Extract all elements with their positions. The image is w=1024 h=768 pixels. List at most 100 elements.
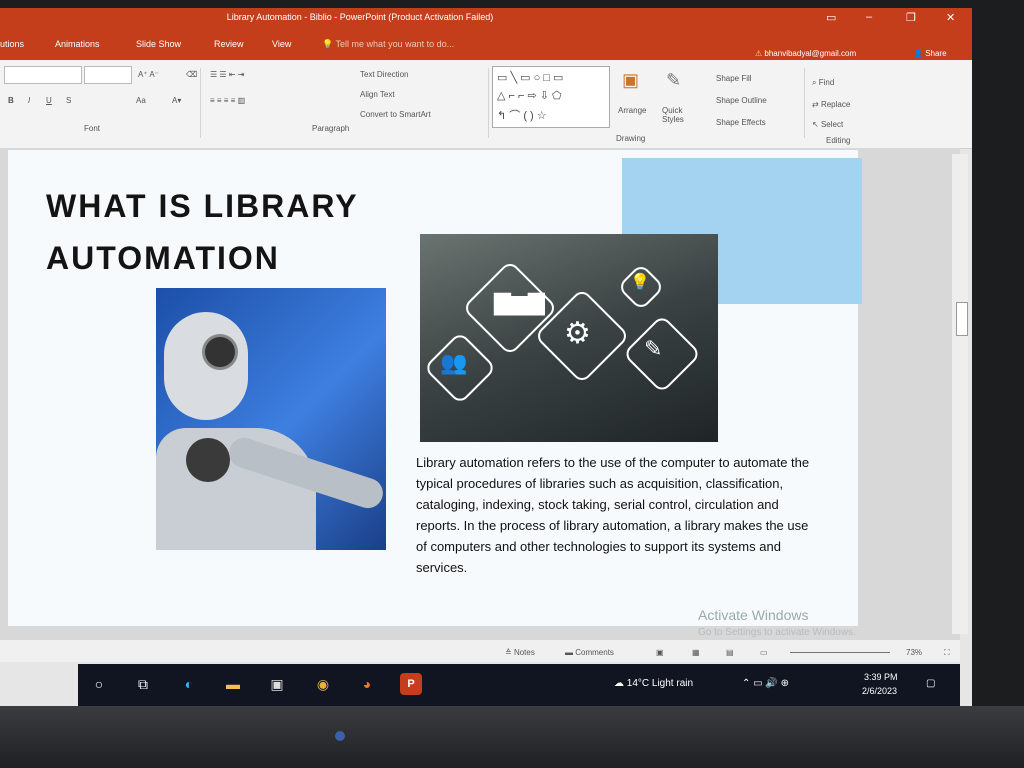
activate-windows-title: Activate Windows (698, 607, 809, 623)
shape-effects-button[interactable]: Shape Effects (716, 118, 766, 127)
bullets-icon[interactable]: ☰ ☰ ⇤ ⇥ (210, 70, 244, 79)
restore-button[interactable]: ❐ (906, 11, 916, 24)
search-icon[interactable]: ○ (88, 673, 110, 695)
shapes-gallery[interactable]: ▭ ╲ ▭ ○ □ ▭ △ ⌐ ⌐ ⇨ ⇩ ⬠ ↰ ⌒ ( ) ☆ (492, 66, 610, 128)
replace-button[interactable]: ⇄ Replace (812, 100, 850, 109)
fit-slide-icon[interactable]: ⛶ (944, 648, 950, 658)
quick-styles-icon[interactable]: ✎ (666, 70, 681, 91)
grow-font-icon[interactable]: A⁺ A⁻ (138, 70, 159, 79)
powerpoint-icon[interactable]: P (400, 673, 422, 695)
font-size-box[interactable] (84, 66, 132, 84)
notes-button[interactable]: ≙ Notes (505, 648, 535, 657)
change-case-button[interactable]: Aa (136, 96, 146, 105)
group-label-font: Font (84, 124, 101, 133)
shape-outline-button[interactable]: Shape Outline (716, 96, 767, 105)
clock-time[interactable]: 3:39 PM (864, 672, 898, 682)
zoom-slider[interactable] (790, 652, 890, 653)
gears-icon: ⚙ (564, 317, 591, 350)
activate-windows-subtitle: Go to Settings to activate Windows. (698, 627, 856, 638)
ribbon-tabs: utions Animations Slide Show Review View… (0, 30, 972, 60)
slide-body-text[interactable]: Library automation refers to the use of … (416, 452, 816, 578)
font-color-icon[interactable]: A▾ (172, 96, 181, 105)
minimize-button[interactable]: – (866, 11, 872, 23)
robot-image[interactable] (156, 288, 386, 550)
monitor-bezel-right (972, 0, 1024, 768)
bar-chart-icon: ▇▆▇ (494, 290, 545, 315)
select-button[interactable]: ↖ Select (812, 120, 843, 129)
chrome-icon[interactable]: ◉ (312, 673, 334, 695)
replace-icon: ⇄ (812, 100, 821, 109)
clear-format-icon[interactable]: ⌫ (186, 70, 197, 79)
robot-head (164, 312, 248, 420)
people-icon: 👥 (440, 350, 468, 375)
file-explorer-icon[interactable]: ▬ (222, 673, 244, 695)
tab-animations[interactable]: Animations (55, 39, 100, 49)
tab-review[interactable]: Review (214, 39, 244, 49)
screen: Library Automation - Biblio - PowerPoint… (0, 8, 972, 708)
weather-icon: ☁ (614, 678, 627, 689)
window-title: Library Automation - Biblio - PowerPoint… (226, 12, 494, 22)
slide-sorter-icon[interactable]: ▦ (692, 648, 700, 657)
close-button[interactable]: ✕ (946, 11, 955, 24)
slide-canvas[interactable]: WHAT IS LIBRARY AUTOMATION ▇▆▇ ⚙ 👥 ✎ 💡 L… (8, 150, 862, 626)
warning-icon: ⚠ (755, 49, 765, 58)
title-bar: Library Automation - Biblio - PowerPoint… (0, 8, 972, 30)
text-direction-button[interactable]: Text Direction (360, 70, 408, 79)
find-button[interactable]: ⌕ Find (812, 78, 834, 88)
shape-icons: ↰ ⌒ ( ) ☆ (497, 110, 547, 122)
system-tray-icons[interactable]: ⌃ ▭ 🔊 ⊕ (742, 678, 789, 689)
group-label-editing: Editing (826, 136, 851, 145)
robot-shoulder (186, 438, 230, 482)
firefox-icon[interactable]: ◕ (356, 673, 378, 695)
divider (200, 68, 201, 138)
notifications-icon[interactable]: ▢ (926, 678, 935, 689)
automation-icons-image[interactable]: ▇▆▇ ⚙ 👥 ✎ 💡 (420, 234, 718, 442)
align-text-button[interactable]: Align Text (360, 90, 395, 99)
cursor-icon: ↖ (812, 120, 821, 129)
clock-date[interactable]: 2/6/2023 (862, 686, 897, 696)
slide-title-line2: AUTOMATION (46, 240, 280, 276)
tell-me-search[interactable]: 💡 Tell me what you want to do... (322, 39, 454, 50)
font-name-box[interactable] (4, 66, 82, 84)
edge-icon[interactable]: ◐ (178, 673, 200, 695)
align-icons[interactable]: ≡ ≡ ≡ ≡ ▥ (210, 96, 245, 105)
shadow-button[interactable]: S (66, 96, 71, 105)
document-edit-icon: ✎ (644, 336, 663, 361)
underline-button[interactable]: U (46, 96, 52, 105)
vertical-scrollbar[interactable] (952, 154, 968, 634)
windows-taskbar: ○ ⧉ ◐ ▬ ▣ ◉ ◕ P ☁ 14°C Light rain ⌃ ▭ 🔊 … (78, 664, 960, 708)
share-button[interactable]: 👤 Share (913, 49, 947, 58)
shape-fill-button[interactable]: Shape Fill (716, 74, 752, 83)
slide-title-line1: WHAT IS LIBRARY (46, 188, 359, 224)
comments-button[interactable]: ▬ Comments (565, 648, 614, 657)
tab-view[interactable]: View (272, 39, 291, 49)
task-view-icon[interactable]: ⧉ (132, 673, 154, 695)
reading-view-icon[interactable]: ▤ (726, 648, 734, 657)
slideshow-view-icon[interactable]: ▭ (760, 648, 768, 657)
slide-title[interactable]: WHAT IS LIBRARY AUTOMATION (46, 180, 359, 284)
bold-button[interactable]: B (8, 96, 14, 105)
lightbulb-icon: 💡 (630, 274, 650, 291)
monitor-bezel-bottom (0, 706, 1024, 768)
normal-view-icon[interactable]: ▣ (656, 648, 664, 657)
group-label-drawing: Drawing (616, 134, 646, 143)
status-bar: ≙ Notes ▬ Comments ▣ ▦ ▤ ▭ 73% ⛶ (0, 640, 960, 662)
robot-eye (202, 334, 238, 370)
ribbon-display-options-icon[interactable]: ▭ (826, 11, 836, 24)
shape-icons: ▭ ╲ ▭ ○ □ ▭ (497, 72, 564, 84)
arrange-button[interactable]: Arrange (618, 106, 646, 115)
tab-transitions[interactable]: utions (0, 39, 24, 49)
divider (488, 68, 489, 138)
account-email[interactable]: ⚠ bhanvibadyal@gmail.com (755, 49, 856, 58)
divider (804, 68, 805, 138)
tab-slide-show[interactable]: Slide Show (136, 39, 181, 49)
store-icon[interactable]: ▣ (266, 673, 288, 695)
weather-widget[interactable]: ☁ 14°C Light rain (614, 678, 693, 689)
italic-button[interactable]: I (28, 96, 30, 105)
arrange-icon[interactable]: ▣ (622, 70, 639, 91)
quick-styles-button[interactable]: Quick Styles (662, 106, 698, 124)
zoom-level[interactable]: 73% (906, 648, 922, 657)
ribbon: A⁺ A⁻ ⌫ B I U S Aa A▾ Font ☰ ☰ ⇤ ⇥ ≡ ≡ ≡… (0, 60, 972, 149)
convert-smartart-button[interactable]: Convert to SmartArt (360, 110, 431, 119)
scrollbar-thumb[interactable] (956, 302, 968, 336)
